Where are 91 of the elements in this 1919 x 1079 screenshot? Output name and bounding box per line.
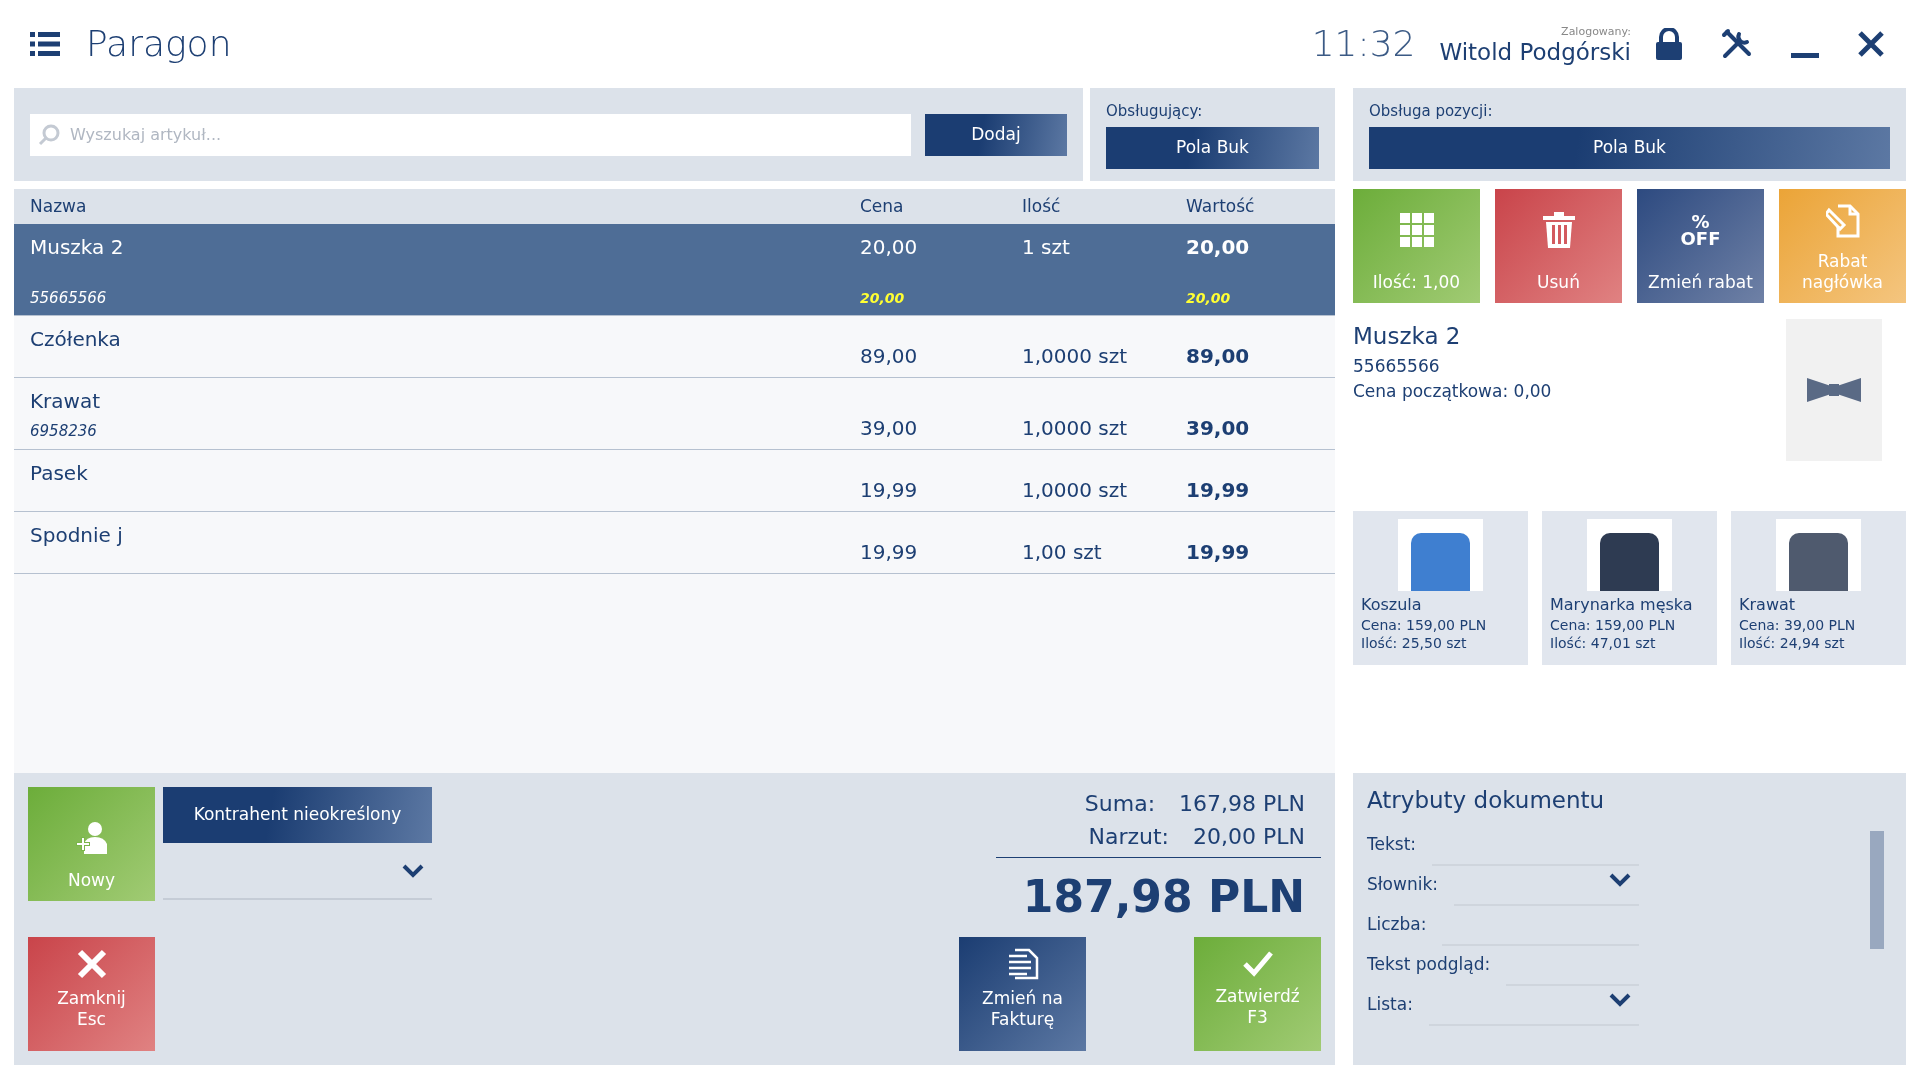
field-label: Tekst podgląd: (1367, 953, 1491, 976)
table-cell-text: 39,00 (1186, 414, 1251, 442)
close-icon[interactable] (1857, 30, 1885, 58)
grid-icon (1399, 213, 1434, 248)
table-row[interactable]: Pasek 19,99 1,0000 szt 19,99 (14, 449, 1335, 512)
detail-code: 55665566 (1353, 354, 1441, 378)
item-code: 6958236 (30, 421, 98, 442)
checkmark-icon (1241, 949, 1274, 978)
column-header[interactable]: Nazwa (30, 193, 860, 220)
product-name: Krawat (1739, 595, 1797, 616)
document-icon (1006, 947, 1039, 980)
sum-label: Suma: (1084, 790, 1156, 818)
logged-in-label: Zalogowany: (1561, 24, 1631, 41)
add-button[interactable]: Dodaj (925, 113, 1067, 156)
total-amount: 187,98 PLN (1022, 870, 1305, 924)
product-quantity: Ilość: 47,01 szt (1550, 634, 1657, 653)
product-tile[interactable]: Krawat Cena: 39,00 PLN Ilość: 24,94 szt (1731, 511, 1906, 665)
position-handling-label: Obsługa pozycji: (1369, 101, 1494, 123)
table-row[interactable]: Krawat 6958236 39,00 1,0000 szt 39,00 (14, 378, 1335, 450)
price-note: 20,00 (860, 289, 906, 308)
chevron-down-icon[interactable] (402, 862, 424, 879)
scrollbar-thumb[interactable] (1870, 831, 1884, 949)
table-cell-text: 89,00 (860, 343, 919, 370)
item-code: 55665566 (30, 287, 108, 309)
user-name: Witold Podgórski (1439, 40, 1631, 64)
dropdown-field[interactable] (1428, 991, 1639, 1026)
product-quantity: Ilość: 25,50 szt (1361, 634, 1468, 653)
close-icon (75, 947, 108, 980)
invoice-button[interactable]: Zmień na Fakturę (959, 937, 1086, 1051)
column-header[interactable]: Ilość (1022, 193, 1186, 220)
table-cell-text: 19,99 (1186, 476, 1251, 504)
item-name: Krawat (30, 388, 102, 415)
field-label: Tekst: (1367, 833, 1417, 856)
table-cell-text: 20,00 (1186, 234, 1251, 261)
field-label: Liczba: (1367, 913, 1427, 936)
table-cell-text: 19,99 (860, 538, 919, 566)
product-quantity: Ilość: 24,94 szt (1739, 634, 1846, 653)
dropdown-field[interactable] (1454, 871, 1639, 906)
item-name: Spodnie j (30, 521, 124, 549)
chevron-down-icon[interactable] (1609, 991, 1631, 1008)
product-tile[interactable]: Koszula Cena: 159,00 PLN Ilość: 25,50 szt (1353, 511, 1528, 665)
add-user-icon (75, 819, 108, 854)
search-icon (38, 123, 60, 146)
table-cell-text: 1,0000 szt (1022, 414, 1129, 442)
product-price: Cena: 159,00 PLN (1550, 615, 1677, 634)
field-label: Słownik: (1367, 873, 1438, 896)
discount-icon: % OFF (1680, 213, 1721, 248)
table-row[interactable]: Muszka 2 55665566 20,00 20,00 1 szt 20,00 20,00 (14, 224, 1335, 316)
table-cell-text: 19,99 (860, 476, 919, 504)
cashier-label: Obsługujący: (1106, 101, 1204, 123)
lock-icon[interactable] (1655, 28, 1683, 60)
field-label: Lista: (1367, 993, 1413, 1016)
tools-icon[interactable] (1721, 28, 1753, 60)
table-cell-text: 1,0000 szt (1022, 476, 1129, 504)
contractor-button[interactable]: Kontrahent nieokreślony (163, 787, 432, 843)
markup-value: 20,00 PLN (1193, 823, 1305, 851)
item-name: Pasek (30, 459, 89, 487)
product-price: Cena: 39,00 PLN (1739, 615, 1857, 634)
chevron-down-icon[interactable] (1609, 871, 1631, 888)
product-name: Koszula (1361, 595, 1423, 616)
table-cell-text: 1,0000 szt (1022, 343, 1129, 370)
price-note: 20,00 (1186, 289, 1232, 308)
item-name: Czółenka (30, 326, 122, 353)
attributes-title: Atrybuty dokumentu (1367, 786, 1606, 815)
menu-icon[interactable] (30, 32, 60, 56)
item-name: Muszka 2 (30, 234, 125, 261)
page-title: Paragon (86, 22, 232, 66)
product-price: Cena: 159,00 PLN (1361, 615, 1488, 634)
product-name: Marynarka męska (1550, 595, 1694, 616)
cashier-button[interactable]: Pola Buk (1106, 126, 1319, 169)
table-row[interactable]: Spodnie j 19,99 1,00 szt 19,99 (14, 511, 1335, 574)
table-row[interactable]: Czółenka 89,00 1,0000 szt 89,00 (14, 316, 1335, 378)
bow-tie-drawing (1807, 376, 1861, 404)
table-cell-text: 39,00 (860, 414, 919, 442)
table-cell-text: 1,00 szt (1022, 538, 1103, 566)
table-cell-text: 1 szt (1022, 234, 1071, 261)
markup-label: Narzut: (1088, 823, 1170, 851)
discount-action-button[interactable]: % OFF Zmień rabat (1637, 189, 1764, 303)
table-cell-text: 19,99 (1186, 538, 1251, 566)
detail-name: Muszka 2 (1353, 322, 1462, 351)
table-cell-text: 20,00 (860, 234, 919, 261)
table-cell-text: 89,00 (1186, 343, 1251, 370)
sum-value: 167,98 PLN (1179, 790, 1305, 818)
position-handler-button[interactable]: Pola Buk (1369, 126, 1890, 169)
clock-time: 11:32 (1311, 22, 1416, 66)
product-tile[interactable]: Marynarka męska Cena: 159,00 PLN Ilość: 47,01 szt (1542, 511, 1717, 665)
initial-price: Cena początkowa: 0,00 (1353, 380, 1552, 403)
column-header[interactable]: Cena (860, 193, 1022, 220)
close-button[interactable]: Zamknij Esc (28, 937, 155, 1051)
trash-icon (1542, 212, 1575, 249)
column-header[interactable]: Wartość (1186, 193, 1335, 220)
